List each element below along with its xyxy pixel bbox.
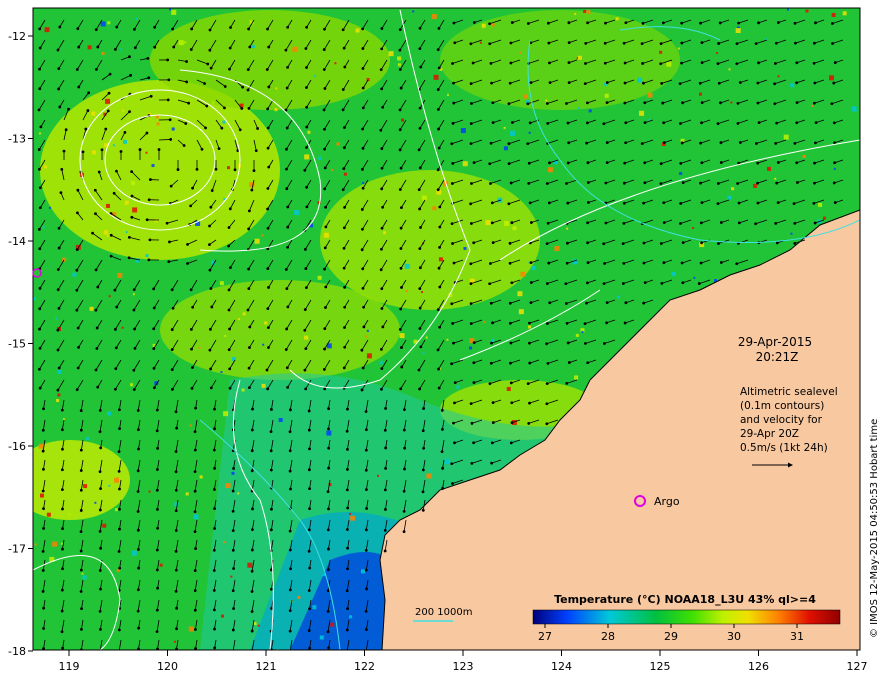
colorbar [532,609,841,625]
argo-label: Argo [654,495,680,508]
x-tick-label: 119 [59,660,80,673]
warm-patch [440,10,680,110]
legend-info-line: Altimetric sealevel [740,386,838,398]
x-tick-label: 127 [847,660,868,673]
colorbar-tick-label: 28 [601,630,615,643]
y-tick-label: -13 [8,133,26,146]
x-tick-label: 122 [354,660,375,673]
colorbar-tick-label: 29 [664,630,678,643]
map-date: 29-Apr-2015 [738,335,812,349]
colorbar-title: Temperature (°C) NOAA18_L3U 43% ql>=4 [554,593,816,606]
sst-map-figure: 119 120 121 122 123 124 125 126 127 -12 -13 -14 -15… [0,0,880,680]
warm-patch [160,280,400,380]
map-canvas: 119 120 121 122 123 124 125 126 127 -12 -13 -14 -15… [8,7,880,673]
legend-info-line: 0.5m/s (1kt 24h) [740,442,828,454]
y-tick-label: -12 [8,30,26,43]
y-tick-label: -16 [8,440,26,453]
x-tick-label: 124 [551,660,572,673]
colorbar-tick-label: 30 [727,630,741,643]
y-tick-label: -15 [8,338,26,351]
y-tick-label: -18 [8,645,26,658]
y-tick-label: -14 [8,235,26,248]
warm-patch [33,440,130,520]
x-tick-label: 125 [650,660,671,673]
warm-patch [320,170,540,310]
x-tick-label: 121 [256,660,277,673]
x-tick-label: 123 [453,660,474,673]
map-time: 20:21Z [756,350,799,364]
x-tick-label: 120 [157,660,178,673]
y-tick-label: -17 [8,543,26,556]
x-tick-label: 126 [748,660,769,673]
x-axis: 119 120 121 122 123 124 125 126 127 [59,650,868,673]
colorbar-tick-label: 27 [538,630,552,643]
legend-info-line: 29-Apr 20Z [740,428,799,440]
y-axis: -12 -13 -14 -15 -16 -17 -18 [8,30,33,658]
legend-info-line: and velocity for [740,414,823,426]
depth-scale-label: 200 1000m [415,607,472,618]
credit-text: © IMOS 12-May-2015 04:50:53 Hobart time [869,419,880,638]
colorbar-tick-label: 31 [790,630,804,643]
legend-info-line: (0.1m contours) [740,400,824,412]
